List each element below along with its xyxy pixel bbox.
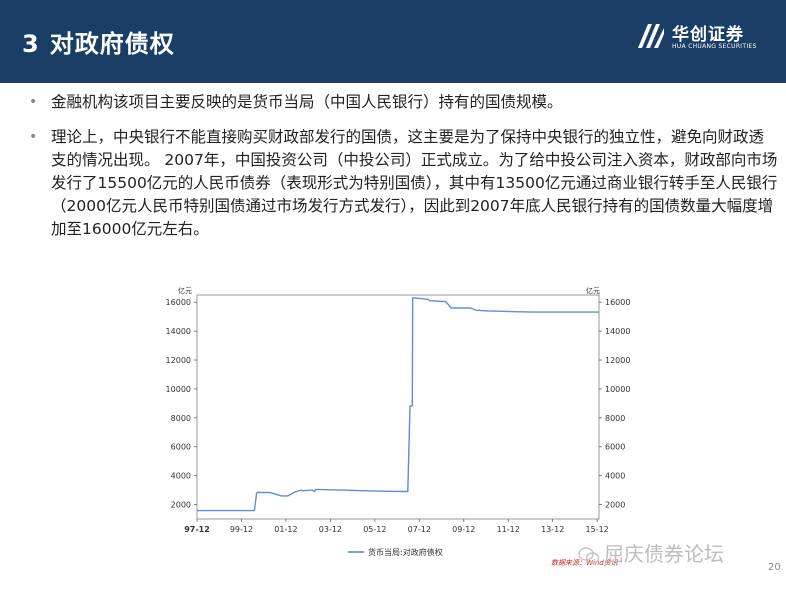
y-tick-label-right: 16000 <box>605 298 630 307</box>
plot-area <box>196 294 600 520</box>
bullet-item: • 金融机构该项目主要反映的是货币当局（中国人民银行）持有的国债规模。 <box>29 91 779 114</box>
logo-cn-text: 华创证券 <box>672 25 744 45</box>
page-number: 20 <box>768 562 781 573</box>
chart-svg: 亿元 亿元 2000 2000 4000 4000 6000 6000 8000 8000 1000… <box>166 286 631 557</box>
wechat-icon <box>578 546 600 564</box>
y-tick-label-right: 6000 <box>605 443 625 452</box>
y-tick-label-right: 14000 <box>605 327 630 336</box>
line-chart: 亿元 亿元 2000 2000 4000 4000 6000 6000 8000 8000 1000… <box>150 282 631 572</box>
y-tick-label-left: 12000 <box>166 356 191 365</box>
company-logo: 华创证券 HUA CHUANG SECURITIES <box>636 22 756 54</box>
x-tick-label: 11-12 <box>497 525 520 534</box>
y-axis-label-left: 亿元 <box>178 286 192 295</box>
bullet-dot-icon: • <box>29 94 38 110</box>
x-tick-label: 01-12 <box>274 525 297 534</box>
watermark-text: 屈庆债券论坛 <box>604 542 724 566</box>
x-tick-label: 05-12 <box>363 525 386 534</box>
y-tick-label-left: 2000 <box>171 501 191 510</box>
logo-mark-icon <box>638 24 664 48</box>
bullet-dot-icon: • <box>29 129 38 145</box>
x-tick-label: 99-12 <box>230 525 253 534</box>
title-text: 对政府债权 <box>49 30 175 58</box>
y-tick-label-left: 6000 <box>171 443 191 452</box>
section-number: 3 <box>22 30 40 58</box>
x-tick-label: 03-12 <box>319 525 342 534</box>
y-tick-label-left: 4000 <box>171 472 191 481</box>
x-tick-label: 07-12 <box>408 525 431 534</box>
legend-label: 货币当局:对政府债权 <box>368 547 443 557</box>
y-tick-label-right: 2000 <box>605 501 625 510</box>
x-tick-label: 09-12 <box>452 525 475 534</box>
y-tick-label-left: 16000 <box>166 298 191 307</box>
slide-title: 3 对政府债权 <box>22 24 175 59</box>
x-tick-label: 97-12 <box>184 525 210 534</box>
x-tick-label: 15-12 <box>586 525 609 534</box>
logo-en-text: HUA CHUANG SECURITIES <box>672 43 757 50</box>
y-tick-label-right: 4000 <box>605 472 625 481</box>
y-tick-label-left: 14000 <box>166 327 191 336</box>
bullet-item: • 理论上，中央银行不能直接购买财政部发行的国债，这主要是为了保持中央银行的独立… <box>29 126 779 241</box>
y-tick-label-left: 8000 <box>171 414 191 423</box>
y-tick-label-left: 10000 <box>166 385 191 394</box>
bullet-text: 理论上，中央银行不能直接购买财政部发行的国债，这主要是为了保持中央银行的独立性，… <box>51 128 778 238</box>
y-tick-label-right: 12000 <box>605 356 630 365</box>
slide-header: 3 对政府债权 华创证券 HUA CHUANG SECURITIES <box>0 0 786 83</box>
x-tick-label: 13-12 <box>541 525 564 534</box>
y-axis-label-right: 亿元 <box>586 286 600 295</box>
y-tick-label-right: 8000 <box>605 414 625 423</box>
y-tick-label-right: 10000 <box>605 385 630 394</box>
bullet-list: • 金融机构该项目主要反映的是货币当局（中国人民银行）持有的国债规模。 • 理论… <box>29 91 779 253</box>
watermark: 屈庆债券论坛 <box>578 538 724 567</box>
bullet-text: 金融机构该项目主要反映的是货币当局（中国人民银行）持有的国债规模。 <box>51 93 563 111</box>
